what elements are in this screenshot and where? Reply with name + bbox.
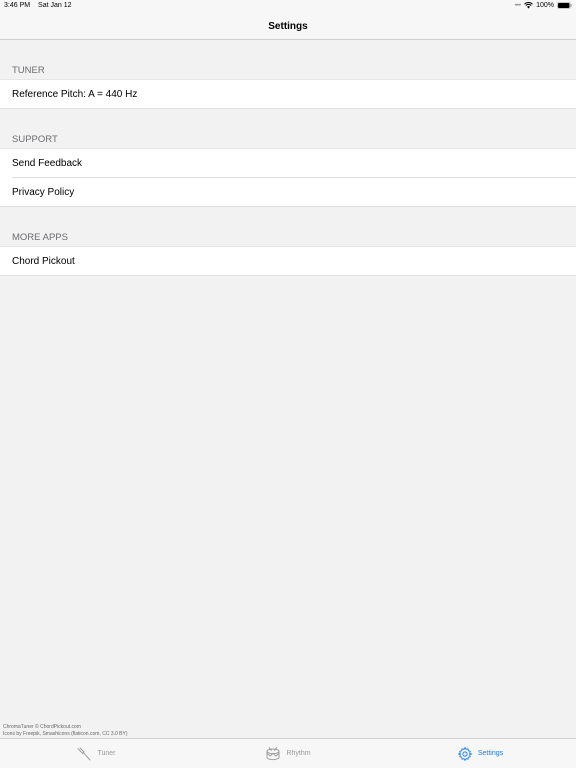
tab-settings-label: Settings	[477, 750, 504, 757]
section-more-apps: Chord Pickout	[0, 246, 576, 276]
tab-tuner-label: Tuner	[97, 750, 116, 757]
drum-icon	[266, 746, 280, 760]
status-time: 3:46 PM	[4, 2, 31, 9]
reference-pitch-cell[interactable]: Reference Pitch: A = 440 Hz	[0, 80, 576, 109]
chord-pickout-label: Chord Pickout	[12, 255, 75, 267]
privacy-policy-cell[interactable]: Privacy Policy	[0, 178, 576, 207]
page-title: Settings	[268, 20, 308, 32]
status-date: Sat Jan 12	[38, 2, 72, 9]
tab-settings[interactable]: Settings	[384, 739, 576, 768]
tab-rhythm[interactable]: Rhythm	[192, 739, 384, 768]
send-feedback-label: Send Feedback	[12, 158, 83, 169]
tab-tuner[interactable]: Tuner	[0, 739, 192, 768]
settings-screen: 3:46 PM Sat Jan 12 ••••• 100% Settings T…	[0, 0, 576, 768]
wifi-icon	[524, 2, 533, 9]
settings-list: TUNER Reference Pitch: A = 440 Hz SUPPOR…	[0, 40, 576, 276]
credits-line-2: Icons by Freepik, Smashicons (flaticon.c…	[3, 730, 128, 737]
chord-pickout-cell[interactable]: Chord Pickout	[0, 247, 576, 276]
section-header-more-apps: MORE APPS	[12, 232, 68, 243]
battery-icon	[557, 2, 572, 9]
section-header-tuner: TUNER	[12, 65, 45, 76]
tab-rhythm-label: Rhythm	[286, 750, 311, 757]
reference-pitch-label: Reference Pitch: A = 440 Hz	[12, 88, 138, 100]
signal-icon: •••••	[514, 2, 521, 9]
status-left: 3:46 PM Sat Jan 12	[4, 2, 78, 9]
section-tuner: Reference Pitch: A = 440 Hz	[0, 79, 576, 109]
navigation-bar: Settings	[0, 13, 576, 40]
credits: ChromaTuner © ChordPickout.com Icons by …	[3, 724, 128, 737]
battery-percent: 100%	[536, 2, 554, 9]
send-feedback-cell[interactable]: Send Feedback	[0, 149, 576, 178]
tab-bar: Tuner Rhythm Settings	[0, 738, 576, 768]
privacy-policy-label: Privacy Policy	[12, 186, 75, 198]
section-header-support: SUPPORT	[12, 134, 58, 145]
status-bar: 3:46 PM Sat Jan 12 ••••• 100%	[0, 0, 576, 13]
gear-icon	[457, 746, 473, 761]
section-support: Send Feedback Privacy Policy	[0, 148, 576, 207]
tuning-fork-icon	[78, 747, 91, 760]
status-right: ••••• 100%	[515, 2, 572, 9]
